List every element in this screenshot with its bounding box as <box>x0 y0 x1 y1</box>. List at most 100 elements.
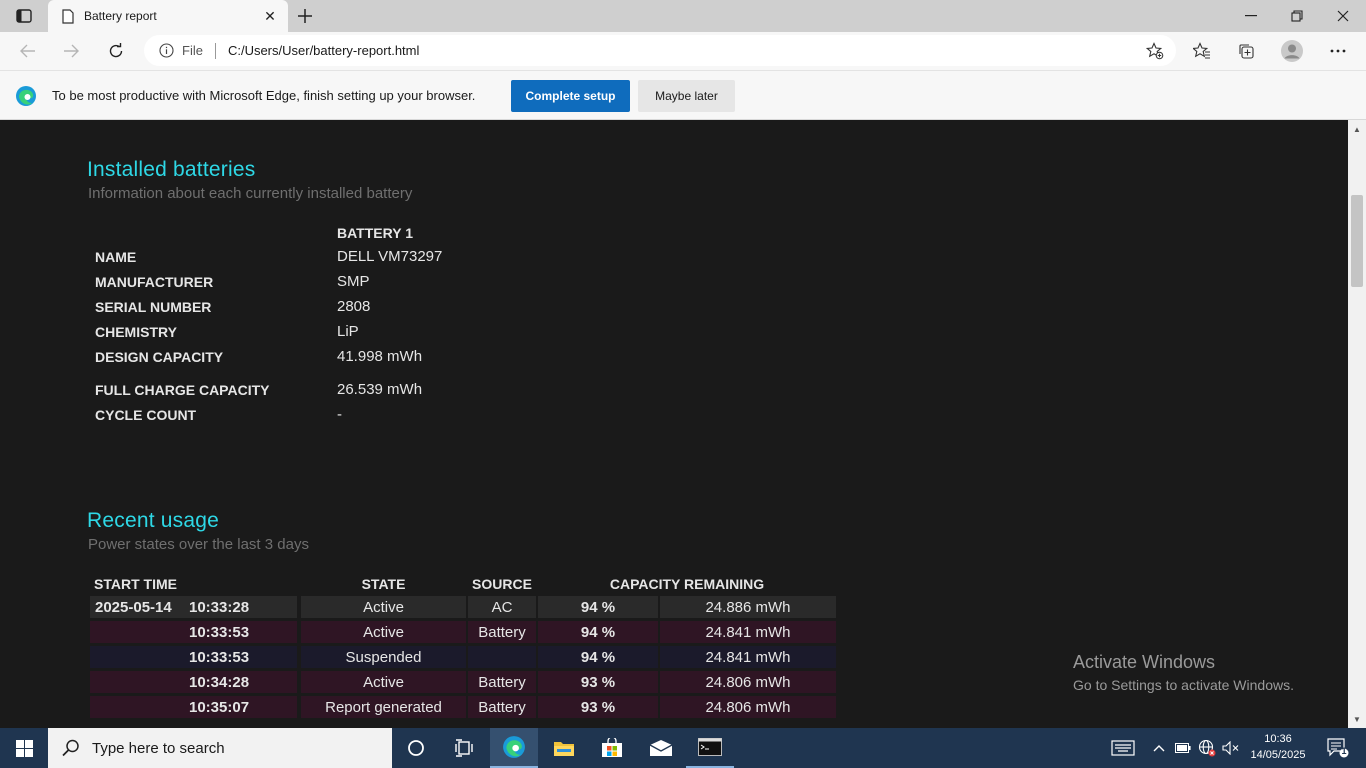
capacity-percent-cell: 94 % <box>538 646 658 668</box>
activate-windows-subtitle: Go to Settings to activate Windows. <box>1073 677 1294 693</box>
collections-icon[interactable] <box>1231 36 1261 66</box>
cycle-count-value: - <box>337 406 342 423</box>
info-icon[interactable] <box>158 43 174 59</box>
command-prompt-icon[interactable] <box>686 728 734 768</box>
edge-taskbar-icon[interactable] <box>490 728 538 768</box>
cycle-count-label: CYCLE COUNT <box>95 407 197 423</box>
forward-icon[interactable] <box>56 36 86 66</box>
task-view-icon[interactable] <box>440 728 488 768</box>
microsoft-store-icon[interactable] <box>588 728 636 768</box>
source-cell: AC <box>468 596 536 618</box>
mail-icon[interactable] <box>637 728 685 768</box>
close-tab-icon[interactable]: ✕ <box>258 4 282 28</box>
chemistry-label: CHEMISTRY <box>95 324 177 340</box>
network-icon[interactable] <box>1196 728 1218 768</box>
design-capacity-value: 41.998 mWh <box>337 348 423 365</box>
start-time-header: START TIME <box>94 576 177 592</box>
scroll-thumb[interactable] <box>1351 195 1363 287</box>
tab-battery-report[interactable]: Battery report ✕ <box>48 0 288 32</box>
new-tab-icon[interactable] <box>292 4 318 28</box>
table-row: 10:33:53 Suspended 94 % 24.841 mWh <box>90 646 836 668</box>
volume-muted-icon[interactable] <box>1220 728 1242 768</box>
report-content: Installed batteries Information about ea… <box>0 120 1348 728</box>
profile-avatar-icon[interactable] <box>1277 36 1307 66</box>
favorites-icon[interactable] <box>1187 36 1217 66</box>
source-cell: Battery <box>468 671 536 693</box>
tab-bar: Battery report ✕ <box>0 0 1366 32</box>
recent-usage-heading: Recent usage <box>87 509 219 532</box>
taskbar-search[interactable]: Type here to search <box>48 728 392 768</box>
search-placeholder: Type here to search <box>92 739 225 757</box>
maybe-later-button[interactable]: Maybe later <box>638 80 735 112</box>
start-time-cell: 2025-05-14 10:33:28 <box>90 596 297 618</box>
action-center-icon[interactable]: 1 <box>1318 728 1358 768</box>
address-url[interactable]: C:/Users/User/battery-report.html <box>228 43 419 58</box>
start-time-cell: 10:35:07 <box>90 696 297 718</box>
serial-number-value: 2808 <box>337 298 371 315</box>
tab-title: Battery report <box>84 9 157 23</box>
battery-name-label: NAME <box>95 249 137 265</box>
address-separator <box>214 42 216 59</box>
capacity-mwh-cell: 24.841 mWh <box>660 621 836 643</box>
show-hidden-icons-icon[interactable] <box>1148 728 1170 768</box>
source-cell: Battery <box>468 621 536 643</box>
back-icon[interactable] <box>13 36 43 66</box>
close-window-icon[interactable] <box>1320 0 1366 32</box>
manufacturer-label: MANUFACTURER <box>95 274 214 290</box>
scroll-down-icon[interactable]: ▼ <box>1348 710 1366 728</box>
edge-logo-icon <box>16 86 36 106</box>
clock-time: 10:36 <box>1264 733 1292 745</box>
more-menu-icon[interactable] <box>1323 36 1353 66</box>
capacity-mwh-cell: 24.806 mWh <box>660 696 836 718</box>
battery-icon[interactable] <box>1172 728 1194 768</box>
notification-count: 1 <box>1341 746 1347 756</box>
state-cell: Suspended <box>301 646 466 668</box>
source-header: SOURCE <box>472 576 532 592</box>
complete-setup-button[interactable]: Complete setup <box>511 80 630 112</box>
restore-icon[interactable] <box>1274 0 1320 32</box>
clock-date: 14/05/2025 <box>1250 749 1306 761</box>
full-charge-capacity-value: 26.539 mWh <box>337 381 423 398</box>
full-charge-capacity-label: FULL CHARGE CAPACITY <box>95 382 270 398</box>
capacity-percent-cell: 93 % <box>538 696 658 718</box>
setup-infobar: To be most productive with Microsoft Edg… <box>0 70 1366 120</box>
start-time-cell: 10:34:28 <box>90 671 297 693</box>
file-explorer-icon[interactable] <box>540 728 588 768</box>
browser-toolbar: File C:/Users/User/battery-report.html <box>0 32 1366 70</box>
address-bar[interactable]: File C:/Users/User/battery-report.html <box>144 35 1176 66</box>
state-cell: Active <box>301 596 466 618</box>
source-cell <box>468 646 536 668</box>
cortana-icon[interactable] <box>392 728 440 768</box>
battery-name-value: DELL VM73297 <box>337 248 443 265</box>
capacity-mwh-cell: 24.841 mWh <box>660 646 836 668</box>
scroll-up-icon[interactable]: ▲ <box>1348 120 1366 138</box>
start-time: 10:33:53 <box>189 648 250 666</box>
add-favorite-icon[interactable] <box>1140 36 1170 66</box>
vertical-scrollbar[interactable]: ▲ ▼ <box>1348 120 1366 728</box>
refresh-icon[interactable] <box>101 36 131 66</box>
page-icon <box>60 8 76 24</box>
table-row: 2025-05-14 10:33:28 Active AC 94 % 24.88… <box>90 596 836 618</box>
taskbar-clock[interactable]: 10:36 14/05/2025 <box>1244 731 1312 763</box>
infobar-message: To be most productive with Microsoft Edg… <box>52 88 476 103</box>
search-icon <box>62 739 79 757</box>
start-time-cell: 10:33:53 <box>90 646 297 668</box>
start-time: 10:35:07 <box>189 698 250 716</box>
start-time-cell: 10:33:53 <box>90 621 297 643</box>
table-row: 10:34:28 Active Battery 93 % 24.806 mWh <box>90 671 836 693</box>
installed-batteries-heading: Installed batteries <box>87 158 256 181</box>
state-cell: Active <box>301 621 466 643</box>
table-row: 10:35:07 Report generated Battery 93 % 2… <box>90 696 836 718</box>
start-time: 10:33:53 <box>189 623 250 641</box>
installed-batteries-subtitle: Information about each currently install… <box>88 185 413 202</box>
taskbar: Type here to search 10:36 14/05/2025 1 <box>0 728 1366 768</box>
activate-windows-title: Activate Windows <box>1073 652 1216 672</box>
windows-start-icon[interactable] <box>0 728 48 768</box>
capacity-percent-cell: 94 % <box>538 621 658 643</box>
input-keyboard-icon[interactable] <box>1108 728 1138 768</box>
minimize-icon[interactable] <box>1228 0 1274 32</box>
tab-actions-icon[interactable] <box>10 4 38 28</box>
capacity-percent-cell: 93 % <box>538 671 658 693</box>
capacity-percent-cell: 94 % <box>538 596 658 618</box>
battery-column-header: BATTERY 1 <box>337 225 413 241</box>
